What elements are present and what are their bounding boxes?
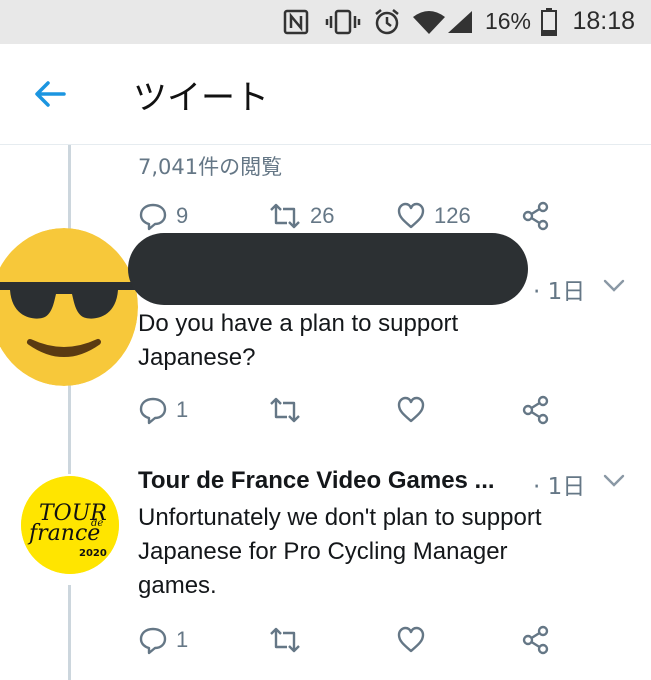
clock: 18:18 [572, 6, 635, 35]
tweet-text: Unfortunately we don't plan to support J… [138, 504, 542, 599]
share-button[interactable] [521, 198, 551, 234]
tweet-time: · 1日 [533, 279, 586, 305]
like-button[interactable]: 126 [396, 198, 471, 234]
reply-button[interactable]: 1 [138, 622, 188, 658]
share-button[interactable] [521, 622, 551, 658]
reply-count: 1 [176, 627, 189, 652]
tweet-time: · 1日 [533, 474, 586, 500]
back-arrow-icon[interactable] [28, 74, 72, 114]
share-icon [522, 395, 549, 425]
nfc-icon [283, 9, 309, 35]
sunglasses-emoji-icon [0, 228, 138, 386]
reply-count: 9 [176, 203, 189, 228]
reply-count: 1 [176, 397, 189, 422]
battery-percent: 16% [484, 7, 531, 34]
like-button[interactable] [396, 622, 426, 658]
retweet-count: 26 [310, 203, 335, 228]
reply-icon [139, 627, 167, 655]
tweet-text: Do you have a plan to support Japanese? [138, 310, 459, 371]
tweet-actions: 1 [0, 392, 651, 428]
chevron-down-icon[interactable] [602, 473, 626, 489]
vibrate-icon [325, 9, 361, 35]
tour-de-france-logo-icon: TOUR de france 2020 [21, 476, 119, 574]
battery-icon [541, 8, 557, 36]
redacted-username [128, 233, 528, 305]
tweet-actions: 1 [0, 622, 651, 658]
top-bar: ツイート [0, 44, 651, 145]
share-icon [522, 625, 549, 655]
heart-icon [397, 396, 425, 423]
page-title: ツイート [133, 78, 269, 118]
retweet-button[interactable] [268, 622, 302, 658]
share-icon [522, 201, 549, 231]
retweet-icon [270, 397, 300, 423]
retweet-button[interactable] [268, 392, 302, 428]
reply-button[interactable]: 1 [138, 392, 188, 428]
like-button[interactable] [396, 392, 426, 428]
retweet-icon [270, 627, 300, 653]
reply-button[interactable]: 9 [138, 198, 188, 234]
tweet-actions: 9 26 126 [0, 198, 651, 234]
heart-icon [397, 626, 425, 653]
heart-icon [397, 202, 425, 229]
alarm-icon [375, 9, 399, 35]
wifi-icon [413, 11, 445, 34]
share-button[interactable] [521, 392, 551, 428]
signal-icon [448, 11, 472, 33]
avatar[interactable] [0, 228, 138, 386]
svg-text:2020: 2020 [79, 548, 107, 559]
svg-text:france: france [27, 521, 100, 546]
avatar[interactable]: TOUR de france 2020 [21, 476, 119, 574]
view-count: 7,041件の閲覧 [138, 155, 283, 179]
retweet-icon [270, 203, 300, 229]
author-name[interactable]: Tour de France Video Games ... [138, 467, 495, 495]
status-bar: 16% 18:18 [0, 0, 651, 44]
chevron-down-icon[interactable] [602, 278, 626, 294]
like-count: 126 [434, 203, 471, 228]
reply-icon [139, 203, 167, 231]
reply-icon [139, 397, 167, 425]
retweet-button[interactable]: 26 [268, 198, 334, 234]
